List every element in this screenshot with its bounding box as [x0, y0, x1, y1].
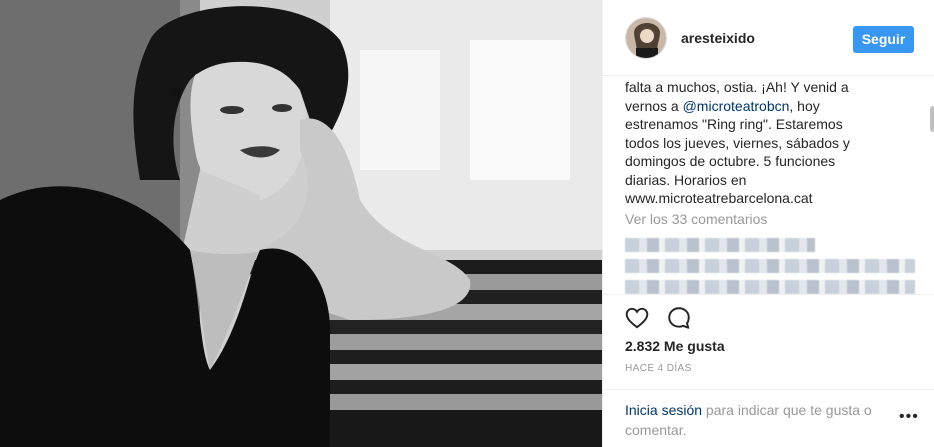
- blurred-comment-1: [625, 238, 815, 252]
- view-all-comments-link[interactable]: Ver los 33 comentarios: [625, 211, 767, 227]
- caption-line-2b: , hoy: [789, 97, 820, 114]
- comment-icon[interactable]: [665, 305, 693, 333]
- avatar[interactable]: [625, 17, 667, 59]
- mention-link[interactable]: @microteatrobcn: [683, 98, 790, 114]
- caption-line-3: estrenamos "Ring ring". Estaremos: [625, 116, 843, 132]
- post-photo[interactable]: [0, 0, 602, 447]
- post-side-panel: aresteixido Seguir falta a muchos, ostia…: [602, 0, 934, 447]
- caption-line-4: todos los jueves, viernes, sábados y: [625, 134, 850, 151]
- post-actions: 2.832 Me gusta HACE 4 DÍAS: [603, 294, 934, 389]
- caption-line-5: domingos de octubre. 5 funciones: [625, 153, 836, 169]
- heart-icon[interactable]: [623, 305, 651, 333]
- caption-line-2: vernos a: [625, 97, 683, 114]
- post-time[interactable]: HACE 4 DÍAS: [625, 363, 692, 374]
- post-caption: falta a muchos, ostia. ¡Ah! Y venid a ve…: [625, 78, 915, 208]
- avatar-image: [626, 18, 666, 58]
- post-header: aresteixido Seguir: [603, 0, 934, 76]
- likes-count[interactable]: 2.832 Me gusta: [625, 338, 725, 354]
- caption-line-1: falta a muchos, ostia. ¡Ah! Y venid a: [625, 79, 849, 95]
- comments-section: falta a muchos, ostia. ¡Ah! Y venid a ve…: [603, 76, 934, 294]
- username-link[interactable]: aresteixido: [681, 30, 755, 46]
- more-options-icon[interactable]: •••: [899, 408, 919, 426]
- login-link[interactable]: Inicia sesión: [625, 402, 702, 418]
- comments-scrollbar[interactable]: [930, 106, 934, 132]
- login-text: Inicia sesión para indicar que te gusta …: [625, 400, 900, 440]
- login-prompt: Inicia sesión para indicar que te gusta …: [603, 389, 934, 447]
- blurred-comment-2: [625, 259, 915, 273]
- blurred-comment-3: [625, 280, 915, 294]
- caption-line-7: www.microteatrebarcelona.cat: [625, 190, 813, 206]
- caption-line-6: diarias. Horarios en: [625, 171, 747, 188]
- photo-illustration: [0, 0, 602, 447]
- follow-button[interactable]: Seguir: [853, 26, 914, 53]
